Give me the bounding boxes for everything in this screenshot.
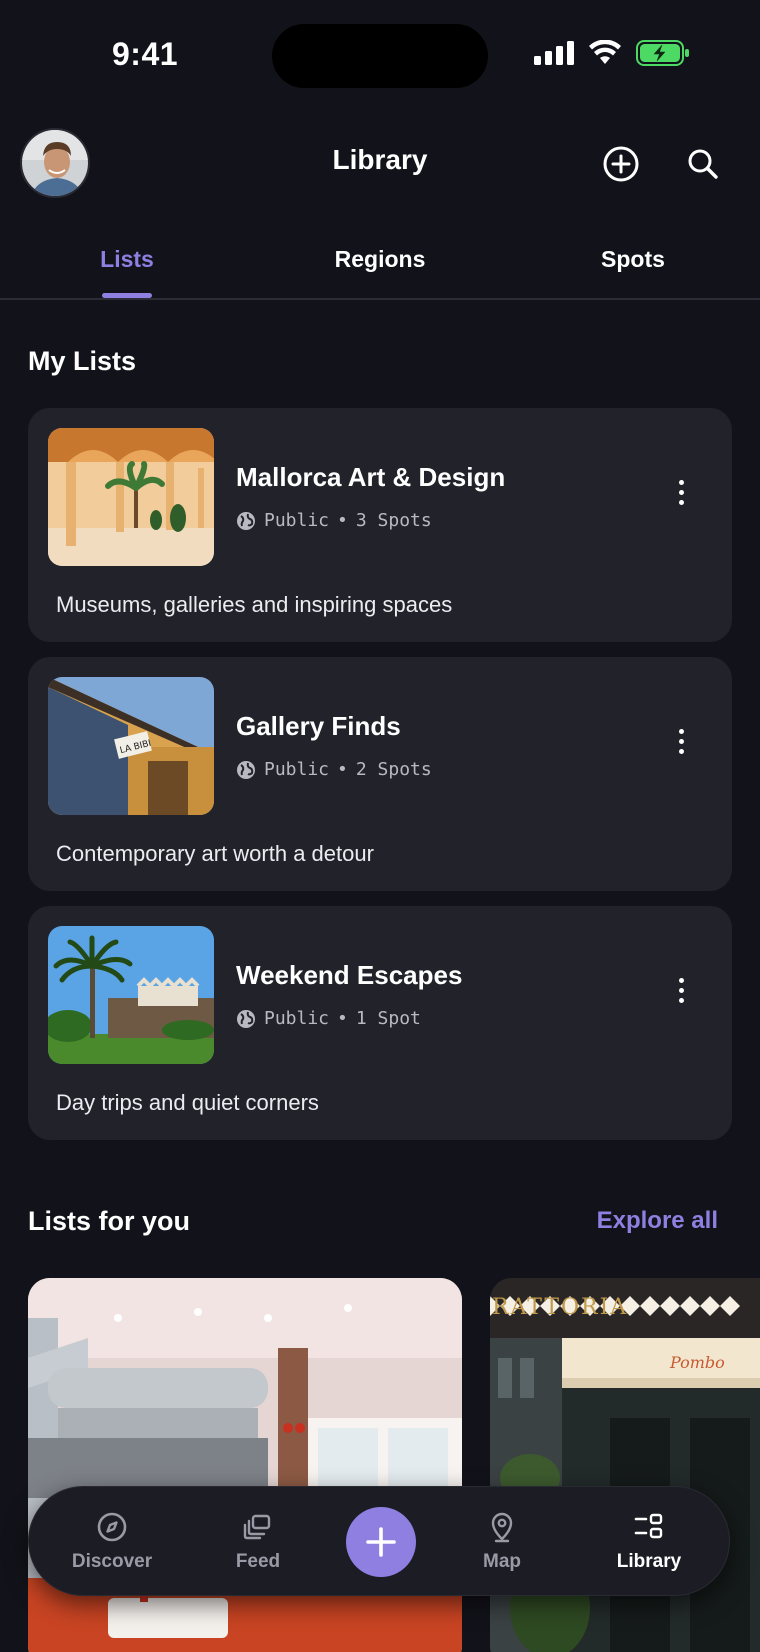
nav-label: Map <box>483 1551 521 1572</box>
page-title: Library <box>332 144 428 175</box>
cards-icon <box>243 1514 271 1540</box>
bottom-navigation: Discover Feed Map Library <box>28 1486 730 1596</box>
list-thumbnail <box>48 926 214 1064</box>
list-meta: Public • 2 Spots <box>236 759 432 780</box>
list-thumbnail: LA BIBI <box>48 677 214 815</box>
list-title: Weekend Escapes <box>236 960 463 990</box>
nav-discover[interactable]: Discover <box>52 1511 172 1573</box>
list-meta: Public • 1 Spot <box>236 1008 421 1029</box>
nav-label: Discover <box>71 1551 153 1572</box>
nav-library[interactable]: Library <box>589 1511 709 1573</box>
create-button[interactable] <box>346 1507 416 1577</box>
list-card[interactable]: LA BIBI Gallery Finds Public • 2 Spots C… <box>28 657 732 891</box>
tab-spots[interactable]: Spots <box>533 246 733 273</box>
list-spot-count: 2 Spots <box>355 759 432 780</box>
tab-indicator <box>102 293 152 298</box>
status-icons <box>534 40 690 66</box>
list-visibility: Public <box>264 510 330 531</box>
list-thumbnail <box>48 428 214 566</box>
nav-label: Feed <box>235 1551 281 1572</box>
library-icon <box>634 1513 663 1539</box>
more-vertical-icon <box>678 977 684 983</box>
section-title-lists-for-you: Lists for you <box>28 1206 191 1236</box>
dynamic-island <box>272 24 488 88</box>
globe-icon <box>237 1009 255 1028</box>
list-description: Day trips and quiet corners <box>56 1090 319 1115</box>
tab-regions[interactable]: Regions <box>280 246 480 273</box>
compass-icon <box>97 1512 127 1542</box>
search-button[interactable] <box>681 142 725 186</box>
more-vertical-icon <box>678 728 684 734</box>
tab-lists[interactable]: Lists <box>27 246 227 273</box>
list-title: Gallery Finds <box>236 711 401 741</box>
tab-bar: Lists Regions Spots <box>0 228 760 300</box>
list-description: Contemporary art worth a detour <box>56 841 374 866</box>
list-card[interactable]: Weekend Escapes Public • 1 Spot Day trip… <box>28 906 732 1140</box>
more-options-button[interactable] <box>666 472 696 512</box>
map-pin-icon <box>491 1512 513 1543</box>
list-description: Museums, galleries and inspiring spaces <box>56 592 453 617</box>
list-card[interactable]: Mallorca Art & Design Public • 3 Spots M… <box>28 408 732 642</box>
more-options-button[interactable] <box>666 970 696 1010</box>
globe-icon <box>237 760 255 779</box>
plus-icon <box>366 1527 396 1557</box>
wifi-icon <box>589 40 621 64</box>
nav-map[interactable]: Map <box>442 1511 562 1573</box>
section-title-my-lists: My Lists <box>28 346 137 376</box>
svg-text:RATTORIA: RATTORIA <box>492 1295 628 1320</box>
globe-icon <box>237 511 255 530</box>
svg-text:Pombo: Pombo <box>669 1353 725 1372</box>
status-time: 9:41 <box>112 36 179 72</box>
plus-circle-icon <box>603 146 639 182</box>
list-meta: Public • 3 Spots <box>236 510 432 531</box>
signal-icon <box>534 41 574 65</box>
list-title: Mallorca Art & Design <box>236 462 506 492</box>
search-icon <box>688 149 718 179</box>
explore-all-link[interactable]: Explore all <box>597 1207 718 1235</box>
more-options-button[interactable] <box>666 721 696 761</box>
list-spot-count: 1 Spot <box>355 1008 421 1029</box>
list-visibility: Public <box>264 1008 330 1029</box>
add-list-button[interactable] <box>599 142 643 186</box>
list-visibility: Public <box>264 759 330 780</box>
meta-separator: • <box>337 510 348 531</box>
more-vertical-icon <box>678 479 684 485</box>
meta-separator: • <box>337 1008 348 1029</box>
list-spot-count: 3 Spots <box>355 510 432 531</box>
meta-separator: • <box>337 759 348 780</box>
nav-feed[interactable]: Feed <box>198 1511 318 1573</box>
status-bar: 9:41 <box>0 0 760 110</box>
battery-icon <box>636 40 689 66</box>
nav-label: Library <box>616 1551 682 1572</box>
